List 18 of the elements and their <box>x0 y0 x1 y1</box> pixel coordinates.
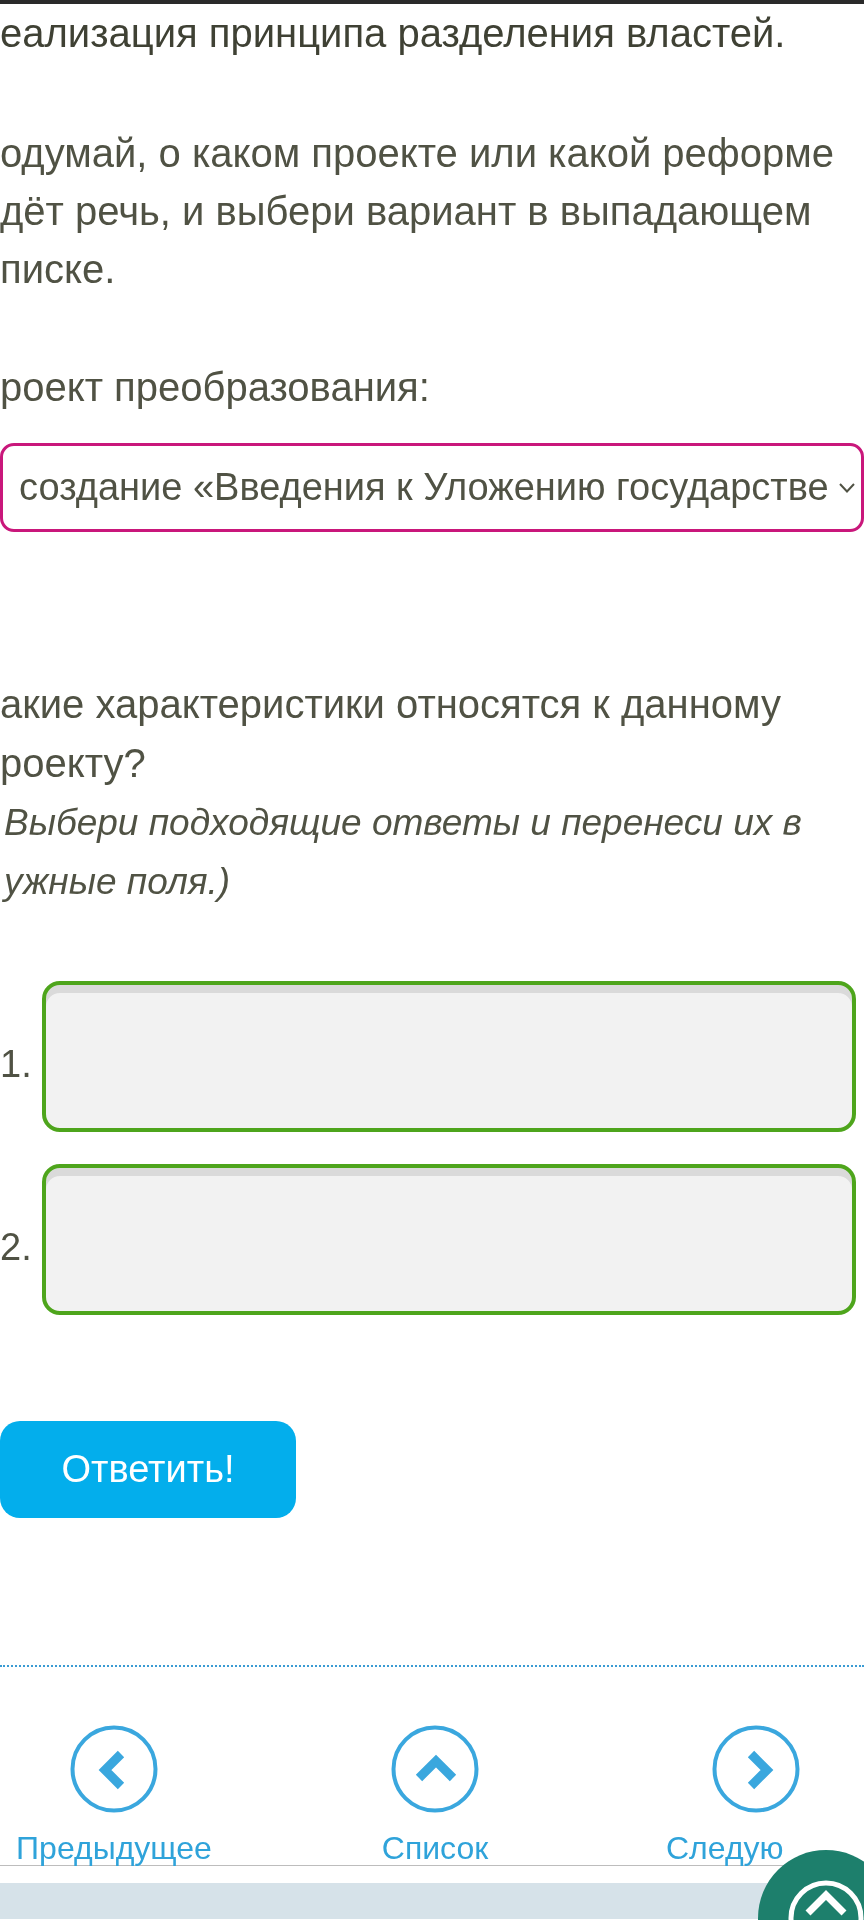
submit-button[interactable]: Ответить! <box>0 1421 296 1518</box>
item-number: 1. <box>0 1042 32 1085</box>
answer-box[interactable] <box>42 981 856 1132</box>
question-text: акие характеристики относятся к данному роекту? <box>0 681 781 787</box>
nav-link[interactable]: Следую <box>656 1725 856 1865</box>
paragraph-text: еализация принципа разделения властей. <box>0 10 786 57</box>
hint-text: Выбери подходящие ответы и перенеси их в ужные поля.) <box>1 801 803 904</box>
up-chevron-circle-icon <box>391 1725 479 1813</box>
left-chevron-circle-icon <box>70 1725 158 1813</box>
answer-box[interactable] <box>42 1164 856 1315</box>
instruction-text: одумай, о каком проекте или какой реформе дёт речь, и выбери вариант в выпадающем писке. <box>0 130 834 293</box>
nav-link[interactable]: Список <box>335 1725 535 1865</box>
nav-link[interactable]: Предыдущее <box>14 1725 214 1865</box>
field-label: роект преобразования: <box>0 364 430 411</box>
item-number: 2. <box>0 1225 32 1268</box>
chevron-down-icon <box>839 482 855 493</box>
dropdown-select[interactable]: создание «Введения к Уложению государстве <box>0 443 864 532</box>
right-chevron-circle-icon <box>712 1725 800 1813</box>
